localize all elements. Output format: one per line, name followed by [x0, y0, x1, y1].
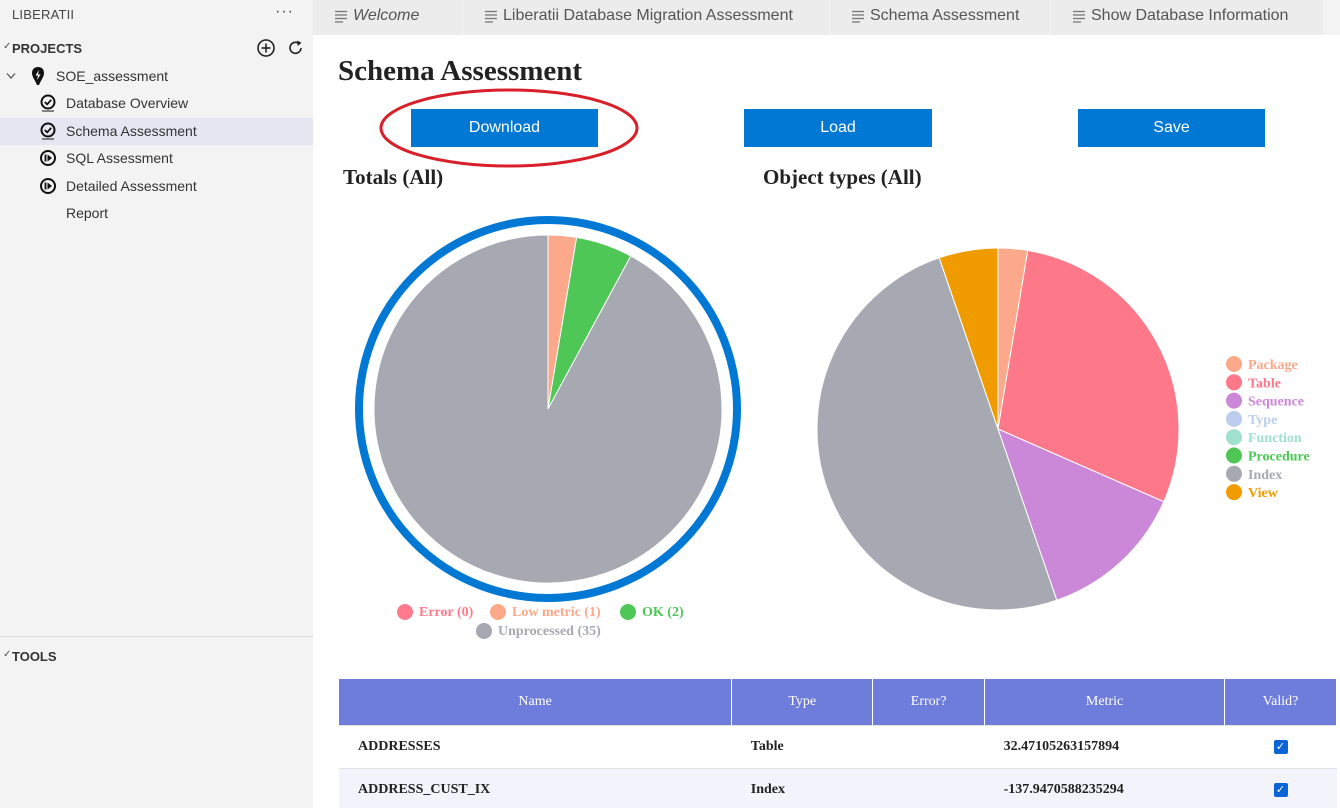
- legend-swatch: [1226, 410, 1242, 427]
- tab-label: Show Database Information: [1091, 7, 1289, 24]
- legend-label-sequence[interactable]: Sequence: [1248, 395, 1304, 410]
- sidebar-item-detailed-assessment[interactable]: Detailed Assessment: [0, 173, 313, 200]
- legend-swatch: [397, 604, 413, 620]
- tab-schema-assessment[interactable]: Schema Assessment: [830, 0, 1051, 35]
- document-lines-icon: [485, 10, 497, 23]
- editor-tab-bar: Welcome Liberatii Database Migration Ass…: [313, 0, 1340, 35]
- sidebar: LIBERATII ··· ✓ PROJECTS SOE_assessment: [0, 0, 313, 808]
- legend-swatch: [1226, 374, 1242, 391]
- document-lines-icon: [852, 10, 864, 23]
- database-bolt-icon: [32, 67, 44, 85]
- project-name: SOE_assessment: [56, 68, 169, 84]
- pie-slice-unprocessed[interactable]: [373, 234, 723, 584]
- valid-checkbox[interactable]: ✓: [1273, 782, 1288, 797]
- legend-swatch: [620, 604, 636, 620]
- projects-section-header[interactable]: ✓ PROJECTS: [0, 38, 313, 60]
- play-circle-icon: [40, 178, 56, 194]
- legend-label-type[interactable]: Type: [1248, 413, 1277, 428]
- column-header-name[interactable]: Name: [339, 679, 733, 725]
- table-row[interactable]: ADDRESSES Table 32.47105263157894 ✓: [339, 724, 1337, 768]
- sidebar-item-label: Detailed Assessment: [66, 178, 197, 194]
- legend-label-view[interactable]: View: [1248, 486, 1279, 501]
- legend-label-function[interactable]: Function: [1248, 431, 1302, 446]
- column-header-error[interactable]: Error?: [872, 679, 986, 725]
- legend-swatch: [1226, 392, 1242, 409]
- tools-section-header[interactable]: ✓ TOOLS: [0, 646, 313, 668]
- tab-welcome[interactable]: Welcome: [313, 0, 463, 35]
- tab-label: Liberatii Database Migration Assessment: [503, 7, 793, 24]
- cell-valid: ✓: [1224, 724, 1337, 768]
- column-header-type[interactable]: Type: [731, 679, 874, 725]
- legend-label-unprocessed[interactable]: Unprocessed (35): [498, 624, 601, 639]
- play-circle-icon: [40, 150, 56, 166]
- sidebar-item-sql-assessment[interactable]: SQL Assessment: [0, 145, 313, 172]
- tools-label: TOOLS: [12, 649, 57, 664]
- cell-metric: 32.47105263157894: [984, 724, 1225, 768]
- refresh-icon[interactable]: [286, 38, 306, 58]
- cell-error: [872, 767, 985, 808]
- chevron-down-icon: [6, 73, 16, 79]
- projects-label: PROJECTS: [12, 41, 83, 56]
- legend-swatch: [476, 623, 492, 639]
- object-types-pie-chart[interactable]: [816, 247, 1180, 611]
- legend-label-procedure[interactable]: Procedure: [1248, 450, 1310, 465]
- totals-pie-chart[interactable]: [355, 216, 741, 602]
- legend-swatch: [1226, 484, 1242, 501]
- sidebar-item-label: Schema Assessment: [66, 123, 197, 139]
- cell-error: [872, 724, 985, 768]
- cell-type: Index: [731, 767, 873, 808]
- column-header-metric[interactable]: Metric: [984, 679, 1226, 725]
- legend-swatch: [1226, 447, 1242, 464]
- table-row[interactable]: ADDRESS_CUST_IX Index -137.9470588235294…: [339, 767, 1337, 808]
- legend-label-package[interactable]: Package: [1248, 358, 1298, 373]
- check-circle-icon: [40, 94, 56, 112]
- sidebar-title: LIBERATII: [12, 7, 75, 22]
- sidebar-header: LIBERATII ···: [0, 0, 313, 30]
- totals-legend: Error (0) Low metric (1) OK (2) Unprocessed…: [397, 604, 684, 639]
- add-project-icon[interactable]: [256, 38, 276, 58]
- sidebar-item-report[interactable]: Report: [0, 200, 313, 227]
- charts-canvas: Error (0) Low metric (1) OK (2) Unprocessed…: [355, 216, 1310, 639]
- cell-name: ADDRESS_CUST_IX: [339, 767, 732, 808]
- check-circle-icon: [40, 122, 56, 140]
- tab-show-database-information[interactable]: Show Database Information: [1051, 0, 1324, 35]
- assessment-table: Name Type Error? Metric Valid? ADDRESSES…: [339, 679, 1337, 808]
- more-actions-button[interactable]: ···: [275, 3, 294, 21]
- column-header-valid[interactable]: Valid?: [1224, 679, 1337, 725]
- legend-label-ok[interactable]: OK (2): [642, 605, 684, 620]
- sidebar-item-label: Database Overview: [66, 95, 189, 111]
- sidebar-item-schema-assessment[interactable]: Schema Assessment: [0, 118, 313, 145]
- chevron-down-icon: ✓: [3, 649, 12, 660]
- sidebar-item-label: SQL Assessment: [66, 150, 173, 166]
- legend-label-error[interactable]: Error (0): [419, 605, 474, 620]
- cell-name: ADDRESSES: [339, 724, 732, 768]
- document-lines-icon: [1073, 10, 1085, 23]
- legend-label-table[interactable]: Table: [1248, 376, 1281, 391]
- legend-swatch: [1226, 429, 1242, 446]
- cell-type: Table: [731, 724, 873, 768]
- sidebar-item-label: Report: [66, 205, 109, 221]
- document-lines-icon: [335, 10, 347, 23]
- section-divider: [0, 636, 313, 637]
- cell-metric: -137.9470588235294: [984, 767, 1225, 808]
- tab-label: Schema Assessment: [870, 7, 1020, 24]
- table-header-row: Name Type Error? Metric Valid?: [339, 679, 1337, 725]
- legend-swatch: [1226, 356, 1242, 372]
- legend-swatch: [490, 604, 506, 620]
- valid-checkbox[interactable]: ✓: [1273, 739, 1288, 754]
- tab-label: Welcome: [353, 7, 420, 24]
- schema-assessment-panel: Schema Assessment Download Load Save Tot…: [313, 35, 1340, 808]
- chevron-down-icon: ✓: [3, 41, 12, 52]
- legend-label-low-metric[interactable]: Low metric (1): [512, 605, 601, 620]
- project-item-soe-assessment[interactable]: SOE_assessment: [0, 63, 313, 90]
- sidebar-item-database-overview[interactable]: Database Overview: [0, 90, 313, 117]
- legend-label-index[interactable]: Index: [1248, 468, 1282, 483]
- legend-swatch: [1226, 465, 1242, 482]
- cell-valid: ✓: [1224, 767, 1337, 808]
- object-types-legend: Package Table Sequence Type Function Procedur…: [1226, 356, 1310, 501]
- tab-migration-assessment[interactable]: Liberatii Database Migration Assessment: [463, 0, 830, 35]
